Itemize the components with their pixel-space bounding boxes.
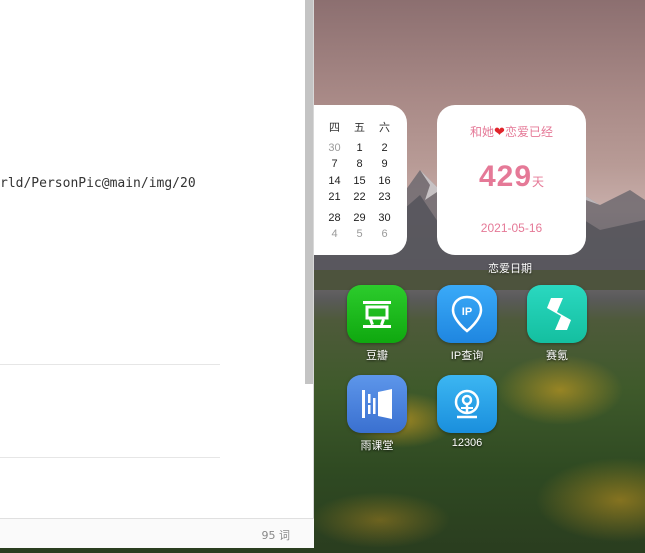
app-yuketang[interactable]: 雨课堂 [347,375,407,453]
calendar-day: 1 [356,141,363,154]
calendar-week-row: 28 29 30 [322,210,402,227]
calendar-day: 5 [356,228,363,241]
calendar-day: 6 [381,228,388,241]
calendar-day: 23 [378,191,391,204]
calendar-week-row: 7 8 9 [322,156,402,173]
calendar-day: 7 [331,158,338,171]
editor-divider [0,364,220,365]
app-ip-lookup[interactable]: IP IP查询 [437,285,497,363]
calendar-day: 2 [381,141,388,154]
calendar-widget[interactable]: 四 五 六 30 1 2 7 8 9 14 15 16 21 22 23 28 … [314,105,407,255]
calendar-day: 9 [381,158,388,171]
markdown-editor-window: rld/PersonPic@main/img/20 95 词 [0,0,314,548]
editor-text-line[interactable]: rld/PersonPic@main/img/20 [0,176,196,191]
calendar-week-row: 30 1 2 [322,140,402,157]
love-title-right: 恋爱已经 [504,125,553,139]
ip-lookup-icon: IP [437,285,497,343]
love-start-date: 2021-05-16 [480,221,543,235]
calendar-weekday: 五 [354,122,365,135]
app-label: 豆瓣 [366,350,388,362]
yuketang-icon [347,375,407,433]
app-douban[interactable]: 豆瓣 [347,285,407,363]
editor-status-bar: 95 词 [0,518,314,548]
word-count[interactable]: 95 词 [262,527,291,543]
love-days-number: 429 [478,160,533,193]
editor-divider [0,457,220,458]
love-widget-title: 和她❤恋爱已经 [437,123,586,140]
app-label: IP查询 [450,350,484,362]
calendar-day: 8 [356,158,363,171]
love-days-widget[interactable]: 和她❤恋爱已经 429天 2021-05-16 [437,105,586,255]
svg-text:IP: IP [462,306,472,318]
calendar-day: 14 [328,174,341,187]
calendar-weekday: 六 [379,122,390,135]
saike-icon [527,285,587,343]
app-label: 赛氪 [546,350,568,362]
calendar-week-row: 4 5 6 [322,226,402,243]
app-12306[interactable]: 12306 [437,375,497,449]
calendar-day: 4 [331,228,338,241]
editor-scrollbar[interactable] [305,0,313,384]
douban-icon [347,285,407,343]
calendar-day: 30 [328,141,341,154]
calendar-day: 15 [353,174,366,187]
calendar-day: 28 [328,211,341,224]
heart-icon: ❤ [494,124,505,139]
love-days-count: 429天 [437,160,586,194]
calendar-day: 30 [378,211,391,224]
calendar-day: 21 [328,191,341,204]
calendar-week-row: 14 15 16 [322,173,402,190]
calendar-day: 22 [353,191,366,204]
app-label: 雨课堂 [360,440,394,452]
calendar-grid: 四 五 六 30 1 2 7 8 9 14 15 16 21 22 23 28 … [322,119,402,243]
calendar-weekday: 四 [329,122,340,135]
calendar-day: 16 [378,174,391,187]
calendar-weekday-row: 四 五 六 [322,119,402,136]
love-days-unit: 天 [532,175,545,189]
app-label: 12306 [451,437,483,449]
calendar-week-row: 21 22 23 [322,189,402,206]
railway-12306-icon [437,375,497,433]
love-widget-label: 恋爱日期 [488,263,532,275]
calendar-day: 29 [353,211,366,224]
app-saike[interactable]: 赛氪 [527,285,587,363]
love-title-left: 和她 [470,125,495,139]
